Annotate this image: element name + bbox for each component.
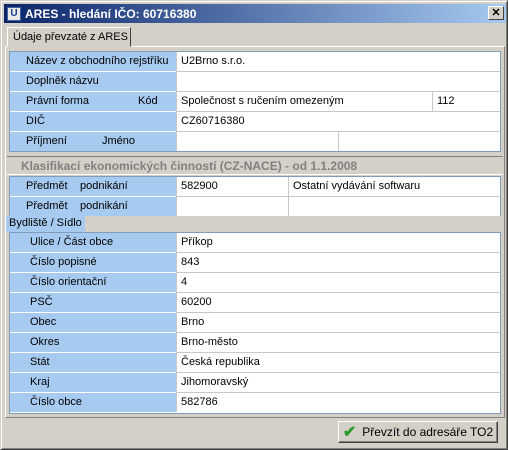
address-section-header: Bydliště / Sídlo	[6, 216, 85, 232]
nace-label-1: Předmět	[26, 200, 68, 212]
app-icon: U	[7, 6, 21, 21]
address-field[interactable]: 843	[176, 253, 500, 272]
name-field[interactable]: U2Brno s.r.o.	[176, 52, 500, 71]
ares-dialog: U ARES - hledání IČO: 60716380 ✕ Údaje p…	[0, 0, 508, 450]
import-button-label: Převzít do adresáře TO2	[362, 425, 494, 439]
nace-section-header: Klasifikací ekonomických činností (CZ-NA…	[7, 156, 503, 175]
address-field[interactable]: 582786	[176, 393, 500, 412]
checkmark-icon: ✔	[342, 424, 357, 441]
address-label: Číslo popisné	[10, 253, 176, 272]
nace-code-field[interactable]: 582900	[176, 177, 288, 196]
address-field[interactable]: Příkop	[176, 233, 500, 252]
dic-label: DIČ	[10, 112, 176, 131]
addendum-label: Doplněk názvu	[10, 72, 176, 91]
tab-ares-data[interactable]: Údaje převzaté z ARES	[7, 27, 131, 47]
address-label: Číslo obce	[10, 393, 176, 412]
company-info-box: Název z obchodního rejstříku U2Brno s.r.…	[9, 51, 501, 152]
address-field[interactable]: Brno-město	[176, 333, 500, 352]
surname-text: Příjmení	[26, 135, 67, 147]
name-label: Název z obchodního rejstříku	[10, 52, 176, 71]
address-field[interactable]: 60200	[176, 293, 500, 312]
address-label: Číslo orientační	[10, 273, 176, 292]
firstname-field[interactable]	[338, 132, 500, 151]
address-box: Ulice / Část obce Příkop Číslo popisné 843 Č…	[9, 232, 501, 414]
nace-label-2: podnikání	[80, 200, 128, 212]
import-button[interactable]: ✔ Převzít do adresáře TO2	[338, 421, 498, 443]
address-field[interactable]: Brno	[176, 313, 500, 332]
nace-text-field-2[interactable]	[288, 197, 500, 216]
dic-field[interactable]: CZ60716380	[176, 112, 500, 131]
surname-field[interactable]	[176, 132, 338, 151]
address-label: PSČ	[10, 293, 176, 312]
code-label: Kód	[138, 95, 158, 107]
address-field[interactable]: Česká republika	[176, 353, 500, 372]
title-bar[interactable]: U ARES - hledání IČO: 60716380 ✕	[4, 4, 506, 23]
address-label: Stát	[10, 353, 176, 372]
firstname-label: Jméno	[102, 135, 136, 147]
nace-code-field-2[interactable]	[176, 197, 288, 216]
address-label: Kraj	[10, 373, 176, 392]
window-title: ARES - hledání IČO: 60716380	[25, 6, 197, 21]
nace-text-field[interactable]: Ostatní vydávání softwaru	[288, 177, 500, 196]
addendum-field[interactable]	[176, 72, 500, 91]
surname-label: Příjmení Jméno	[10, 132, 176, 151]
legal-form-code-field[interactable]: 112	[432, 92, 500, 111]
address-label: Ulice / Část obce	[10, 233, 176, 252]
legal-form-label: Právní forma Kód	[10, 92, 176, 111]
legal-form-text: Právní forma	[26, 95, 89, 107]
address-field[interactable]: 4	[176, 273, 500, 292]
nace-box: Předmět podnikání 582900 Ostatní vydáván…	[9, 176, 501, 216]
nace-label-2: podnikání	[80, 180, 128, 192]
legal-form-field[interactable]: Společnost s ručením omezeným	[176, 92, 432, 111]
close-icon[interactable]: ✕	[488, 6, 504, 20]
nace-label-1: Předmět	[26, 180, 68, 192]
address-label: Obec	[10, 313, 176, 332]
address-field[interactable]: Jihomoravský	[176, 373, 500, 392]
nace-row-1-label: Předmět podnikání	[10, 177, 176, 196]
address-label: Okres	[10, 333, 176, 352]
nace-row-2-label: Předmět podnikání	[10, 197, 176, 216]
